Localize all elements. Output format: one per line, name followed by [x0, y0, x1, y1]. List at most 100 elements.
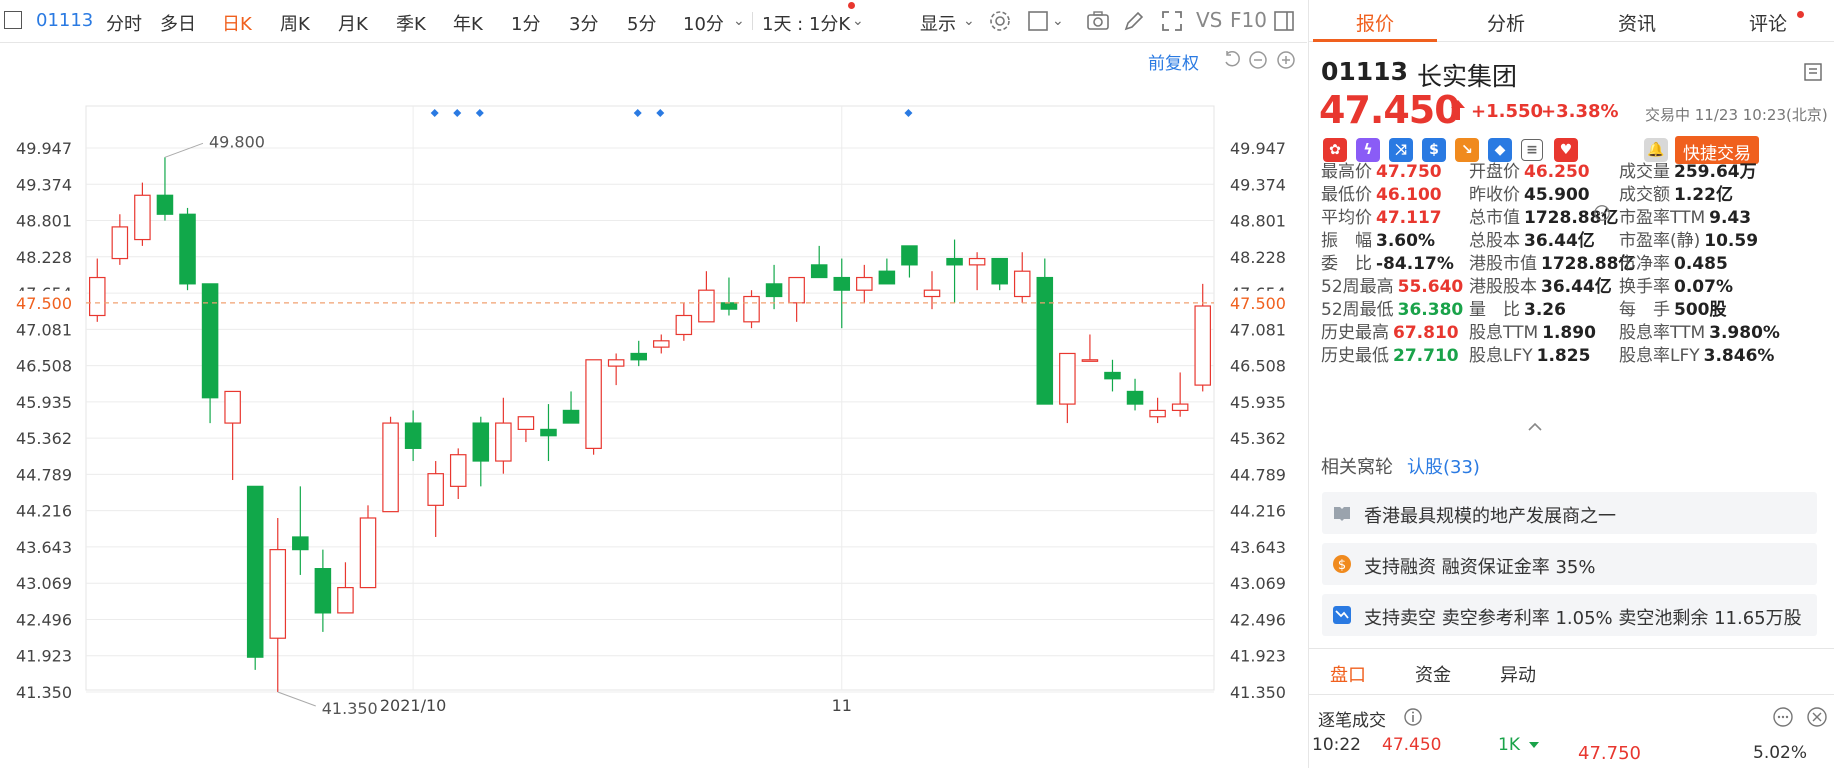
candle-up[interactable] [517, 416, 535, 430]
period-tab-3min[interactable]: 3分 [569, 10, 598, 36]
f10-button[interactable]: F10 [1230, 8, 1267, 32]
candle-up[interactable] [856, 276, 873, 291]
candle-up[interactable] [1149, 409, 1166, 418]
candle-up[interactable] [359, 517, 377, 589]
candle-up[interactable] [495, 422, 512, 462]
candle-up[interactable] [224, 390, 241, 424]
event-marker[interactable] [453, 109, 462, 117]
candle-down[interactable] [833, 276, 851, 291]
period-tab-year-k[interactable]: 年K [453, 10, 483, 36]
event-marker[interactable] [633, 109, 642, 117]
candle-up[interactable] [788, 276, 805, 304]
candle-down[interactable] [946, 257, 963, 266]
candle-down[interactable] [1104, 371, 1121, 380]
event-marker[interactable] [430, 109, 439, 117]
candle-down[interactable] [878, 270, 896, 285]
candle-up[interactable] [111, 226, 129, 260]
candle-up[interactable] [698, 289, 715, 323]
pencil-icon[interactable] [1122, 9, 1146, 33]
candle-down[interactable] [562, 409, 580, 424]
candle-down[interactable] [1126, 390, 1144, 405]
candle-up[interactable] [427, 473, 444, 506]
panel-toggle-icon[interactable] [1272, 9, 1296, 33]
period-tab-day-k[interactable]: 日K [222, 10, 252, 36]
list-icon[interactable] [1803, 62, 1823, 82]
tab-news[interactable]: 资讯 [1618, 9, 1656, 36]
period-tab-1min[interactable]: 1分 [511, 10, 540, 36]
related-warrants-link[interactable]: 认股(33) [1407, 453, 1480, 479]
compare-button[interactable]: VS [1196, 8, 1222, 32]
candle-down[interactable] [201, 283, 219, 399]
candle-down[interactable] [156, 194, 174, 215]
interval-select[interactable]: 1天 : 1分K [762, 10, 850, 36]
period-tab-10min[interactable]: 10分 [683, 10, 724, 36]
draw-shape-icon[interactable] [1026, 9, 1050, 33]
tab-order-book[interactable]: 盘口 [1330, 661, 1366, 687]
event-marker[interactable] [475, 109, 484, 117]
tab-capital-flow[interactable]: 资金 [1415, 661, 1451, 687]
candle-up[interactable] [653, 340, 670, 348]
candle-down[interactable] [720, 302, 738, 310]
candle-up[interactable] [968, 257, 986, 266]
candle-up[interactable] [337, 586, 354, 614]
candle-up[interactable] [1059, 352, 1076, 405]
candle-down[interactable] [179, 213, 196, 285]
tab-quote[interactable]: 报价 [1356, 9, 1394, 36]
sidebar-toggle-icon[interactable] [4, 11, 22, 29]
candlestick-chart[interactable]: 49.947 49.947 49.374 49.374 48.801 48.801 48.2… [0, 42, 1307, 768]
candle-down[interactable] [1036, 276, 1054, 405]
feature-row-description[interactable]: 香港最具规模的地产发展商之一 [1322, 492, 1817, 534]
period-tab-multiday[interactable]: 多日 [160, 10, 196, 36]
more-info-icon[interactable] [1593, 204, 1611, 222]
candle-up[interactable] [607, 359, 625, 367]
chevron-down-icon[interactable]: ⌄ [1052, 13, 1064, 29]
gear-icon[interactable] [988, 9, 1012, 33]
period-tab-quarter-k[interactable]: 季K [396, 10, 426, 36]
candle-down[interactable] [292, 536, 309, 551]
chevron-up-icon[interactable] [1527, 422, 1543, 432]
candle-up[interactable] [449, 454, 467, 487]
candle-up[interactable] [269, 549, 287, 639]
chevron-down-icon[interactable]: ⌄ [852, 13, 864, 29]
candle-up[interactable] [134, 194, 151, 241]
feature-row-margin[interactable]: $ 支持融资 融资保证金率 35% [1322, 543, 1817, 585]
candle-down[interactable] [901, 245, 918, 266]
candle-up[interactable] [1171, 403, 1189, 412]
candle-up[interactable] [675, 314, 693, 336]
tab-comments[interactable]: 评论 [1749, 9, 1787, 36]
candle-up[interactable] [585, 359, 602, 449]
display-select[interactable]: 显示 [920, 10, 956, 36]
candle-down[interactable] [810, 264, 828, 279]
more-options-icon[interactable] [1772, 706, 1794, 728]
candle-down[interactable] [991, 257, 1008, 285]
candle-up[interactable] [1081, 359, 1099, 362]
period-tab-month-k[interactable]: 月K [338, 10, 368, 36]
candle-down[interactable] [314, 568, 332, 614]
period-tab-5min[interactable]: 5分 [627, 10, 656, 36]
period-tab-timeshare[interactable]: 分时 [106, 10, 142, 36]
candle-down[interactable] [472, 422, 490, 462]
candle-up[interactable] [89, 276, 106, 317]
candle-up[interactable] [743, 295, 760, 323]
candle-up[interactable] [1194, 305, 1211, 386]
chevron-down-icon[interactable]: ⌄ [963, 13, 975, 29]
candle-down[interactable] [630, 352, 647, 361]
event-marker[interactable] [904, 109, 913, 117]
candle-down[interactable] [765, 283, 783, 298]
tab-analysis[interactable]: 分析 [1487, 9, 1525, 36]
candle-down[interactable] [404, 422, 422, 449]
tab-unusual-activity[interactable]: 异动 [1500, 661, 1536, 687]
event-marker[interactable] [656, 109, 665, 117]
candle-up[interactable] [382, 422, 399, 513]
chevron-down-icon[interactable]: ⌄ [733, 13, 745, 29]
close-icon[interactable] [1806, 706, 1828, 728]
feature-row-short-selling[interactable]: 支持卖空 卖空参考利率 1.05% 卖空池剩余 11.65万股 [1322, 594, 1817, 636]
candle-down[interactable] [540, 428, 557, 437]
fullscreen-icon[interactable] [1160, 9, 1184, 33]
candle-down[interactable] [246, 485, 264, 658]
candle-up[interactable] [1013, 270, 1031, 298]
candle-up[interactable] [923, 289, 941, 298]
stock-code[interactable]: 01113 [36, 10, 93, 31]
camera-icon[interactable] [1086, 9, 1110, 33]
info-icon[interactable] [1403, 707, 1423, 727]
